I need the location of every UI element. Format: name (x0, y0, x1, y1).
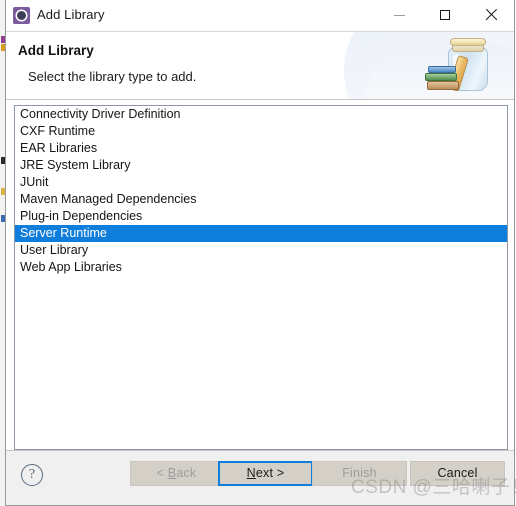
maximize-button[interactable] (422, 0, 468, 30)
maximize-icon (440, 10, 450, 20)
list-item[interactable]: Server Runtime (15, 225, 507, 242)
button-label: Cancel (437, 466, 478, 480)
finish-button[interactable]: Finish (312, 461, 407, 486)
minimize-button[interactable] (376, 0, 422, 30)
list-item[interactable]: Web App Libraries (15, 259, 507, 276)
list-item[interactable]: JRE System Library (15, 157, 507, 174)
list-item[interactable]: JUnit (15, 174, 507, 191)
cancel-button[interactable]: Cancel (410, 461, 505, 486)
window-title: Add Library (37, 7, 105, 22)
list-item[interactable]: Connectivity Driver Definition (15, 106, 507, 123)
jar-lid-shape (450, 38, 486, 46)
list-item[interactable]: Maven Managed Dependencies (15, 191, 507, 208)
book-green-shape (425, 73, 457, 81)
title-bar: Add Library (6, 0, 514, 32)
list-item[interactable]: CXF Runtime (15, 123, 507, 140)
book-brown-shape (427, 81, 459, 90)
back-button[interactable]: < Back (130, 461, 223, 486)
close-button[interactable] (468, 0, 514, 30)
next-button[interactable]: Next > (218, 461, 313, 486)
library-type-list[interactable]: Connectivity Driver Definition CXF Runtim… (14, 105, 508, 450)
minimize-icon (393, 14, 405, 16)
button-label: Finish (342, 466, 377, 480)
list-item[interactable]: Plug-in Dependencies (15, 208, 507, 225)
button-label-prefix: < (156, 466, 168, 480)
button-mnemonic: N (246, 466, 256, 480)
list-item[interactable]: EAR Libraries (15, 140, 507, 157)
add-library-dialog: Add Library Add Library Select the libra… (5, 0, 516, 506)
list-item[interactable]: User Library (15, 242, 507, 259)
dialog-button-bar: ? < Back Next > Finish Cancel (6, 450, 514, 505)
page-title: Add Library (18, 43, 94, 58)
button-label: ext > (255, 466, 285, 480)
button-label: ack (176, 466, 197, 480)
eclipse-wizard-icon (13, 7, 30, 24)
page-subtitle: Select the library type to add. (28, 69, 197, 84)
close-icon (485, 9, 497, 21)
wizard-header: Add Library Select the library type to a… (6, 32, 514, 100)
book-blue-shape (428, 66, 456, 73)
help-question-icon[interactable]: ? (21, 464, 43, 486)
library-jar-books-icon (422, 36, 500, 96)
